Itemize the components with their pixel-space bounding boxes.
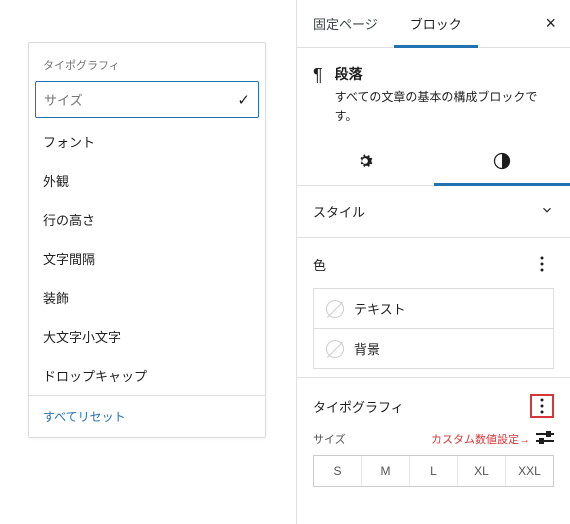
sliders-icon — [536, 430, 554, 444]
custom-size-toggle[interactable] — [536, 430, 554, 447]
dropdown-item-size[interactable]: サイズ ✓ — [35, 81, 259, 118]
dropdown-item-label: 文字間隔 — [43, 249, 95, 268]
block-subtitle: すべての文章の基本の構成ブロックです。 — [335, 88, 554, 126]
close-icon: × — [545, 13, 556, 33]
dropdown-item-appearance[interactable]: 外観 — [29, 161, 265, 200]
size-option-s[interactable]: S — [314, 456, 362, 486]
reset-label: すべてリセット — [43, 410, 126, 424]
size-preset-group: S M L XL XXL — [313, 455, 554, 487]
dropdown-item-label: 装飾 — [43, 288, 69, 307]
panel-title: スタイル — [313, 202, 365, 221]
more-vertical-icon — [540, 398, 544, 414]
swatch-empty-icon — [326, 340, 344, 358]
tab-label: ブロック — [410, 14, 462, 33]
tab-page[interactable]: 固定ページ — [297, 0, 394, 47]
dropdown-item-label: 大文字小文字 — [43, 327, 121, 346]
dropdown-item-letterspacing[interactable]: 文字間隔 — [29, 239, 265, 278]
settings-sidebar: 固定ページ ブロック × ¶ 段落 すべての文章の基本の構成ブロックです。 スタ… — [296, 0, 570, 524]
typography-options-dropdown: タイポグラフィ サイズ ✓ フォント 外観 行の高さ 文字間隔 装飾 大文字小文… — [28, 42, 266, 438]
color-background-label: 背景 — [354, 339, 380, 358]
size-option-label: XXL — [518, 464, 541, 478]
size-label: サイズ — [313, 431, 346, 447]
subtab-settings[interactable] — [297, 140, 434, 185]
dropdown-item-label: フォント — [43, 132, 95, 151]
reset-all-button[interactable]: すべてリセット — [29, 395, 265, 437]
size-option-label: XL — [474, 464, 489, 478]
check-icon: ✓ — [237, 91, 250, 109]
color-section: 色 テキスト 背景 — [297, 238, 570, 377]
dropdown-item-label: サイズ — [44, 90, 83, 109]
chevron-down-icon — [540, 203, 554, 220]
dropdown-item-lettercase[interactable]: 大文字小文字 — [29, 317, 265, 356]
dropdown-item-font[interactable]: フォント — [29, 122, 265, 161]
close-sidebar-button[interactable]: × — [531, 13, 570, 34]
dropdown-item-dropcap[interactable]: ドロップキャップ — [29, 356, 265, 395]
size-option-label: L — [430, 464, 437, 478]
block-subtabs — [297, 140, 570, 186]
block-title: 段落 — [335, 64, 554, 84]
color-background-button[interactable]: 背景 — [313, 329, 554, 369]
block-description: ¶ 段落 すべての文章の基本の構成ブロックです。 — [297, 48, 570, 140]
tab-label: 固定ページ — [313, 14, 378, 33]
color-options-button[interactable] — [530, 252, 554, 276]
sidebar-tabs: 固定ページ ブロック × — [297, 0, 570, 48]
color-text-button[interactable]: テキスト — [313, 288, 554, 329]
custom-value-note: カスタム数値設定→ — [431, 431, 530, 447]
subtab-styles[interactable] — [434, 140, 570, 185]
size-option-m[interactable]: M — [362, 456, 410, 486]
paragraph-icon: ¶ — [313, 66, 323, 84]
color-text-label: テキスト — [354, 299, 406, 318]
size-option-l[interactable]: L — [410, 456, 458, 486]
dropdown-item-label: 行の高さ — [43, 210, 95, 229]
dropdown-header: タイポグラフィ — [29, 43, 265, 81]
typography-section: タイポグラフィ サイズ カスタム数値設定→ S M — [297, 377, 570, 495]
gear-icon — [355, 151, 375, 174]
size-option-label: M — [381, 464, 391, 478]
size-option-label: S — [333, 464, 341, 478]
size-option-xl[interactable]: XL — [458, 456, 506, 486]
dropdown-item-lineheight[interactable]: 行の高さ — [29, 200, 265, 239]
swatch-empty-icon — [326, 300, 344, 318]
dropdown-item-label: ドロップキャップ — [43, 366, 147, 385]
color-section-title: 色 — [313, 255, 326, 274]
dropdown-item-label: 外観 — [43, 171, 69, 190]
style-panel-toggle[interactable]: スタイル — [297, 186, 570, 238]
typography-section-title: タイポグラフィ — [313, 397, 404, 416]
contrast-icon — [492, 151, 512, 174]
size-option-xxl[interactable]: XXL — [506, 456, 553, 486]
tab-block[interactable]: ブロック — [394, 0, 478, 47]
dropdown-item-decoration[interactable]: 装飾 — [29, 278, 265, 317]
more-vertical-icon — [540, 256, 544, 272]
typography-options-button[interactable] — [530, 394, 554, 418]
